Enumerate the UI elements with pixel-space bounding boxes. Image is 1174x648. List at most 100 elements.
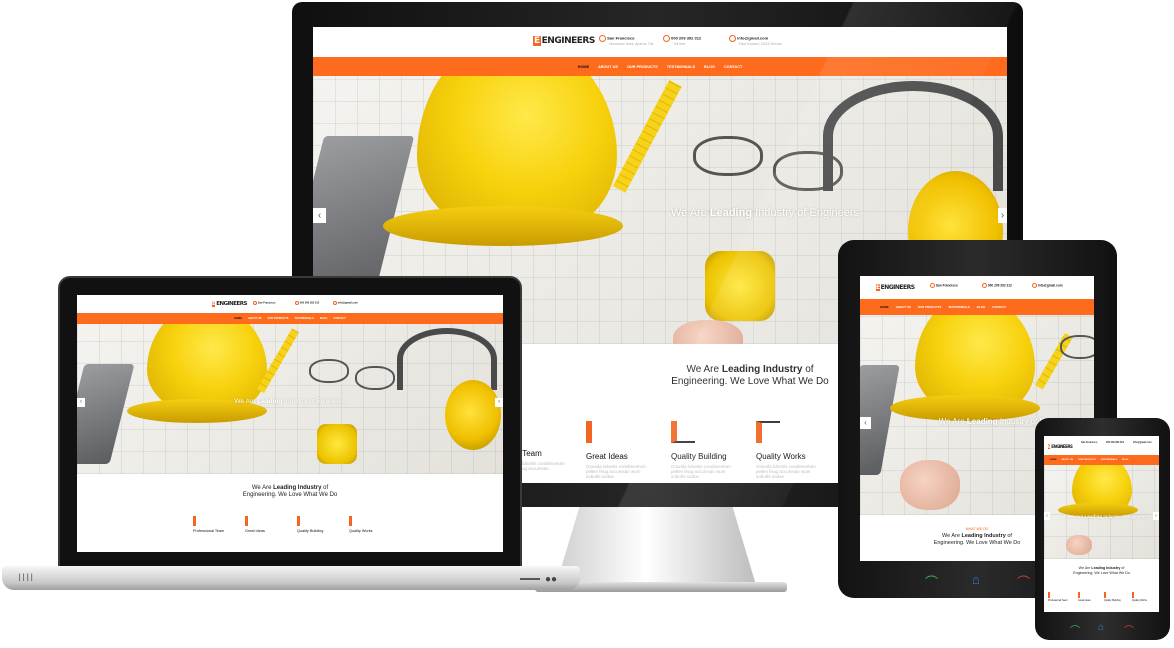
hero-next-arrow[interactable]: › [1153,512,1159,520]
main-nav: HOME ABOUT US OUR PRODUCTS TESTIMONIALS … [77,313,503,324]
logo-text: ENGINEERS [216,301,247,307]
about-prefix: We Are [251,485,272,491]
site-header: E ENGINEERS San Francisco Nouveaux Hara, … [313,27,1007,57]
hero-highlight: Leading [709,207,753,219]
site-logo[interactable]: EENGINEERS [533,36,595,46]
feature-great-ideas: Great Ideas [1078,592,1091,602]
email-title: info@gmail.com [1037,283,1063,288]
feature-title: Quality Building [1104,599,1121,602]
email-title: info@gmail.com [1133,441,1152,444]
nav-blog[interactable]: BLOG [977,305,985,309]
nav-blog[interactable]: BLOG [704,65,715,69]
nav-blog[interactable]: BLOG [1122,459,1128,461]
hero-prev-arrow[interactable]: ‹ [860,417,871,429]
hero-suffix: Industry of Engineers [755,207,860,219]
nav-about[interactable]: ABOUT US [598,65,618,69]
ideas-icon [1078,592,1084,598]
building-icon [671,421,695,443]
ideas-icon [245,516,256,526]
nav-contact[interactable]: CONTACT [333,317,346,320]
nav-contact[interactable]: CONTACT [724,65,742,69]
hangup-icon[interactable]: ⌒ [1124,622,1134,637]
location-subtitle: Nouveaux Hara, Aparna, Ctz [609,42,654,46]
nav-products[interactable]: OUR PRODUCTS [267,317,288,320]
phone-icon [663,35,670,42]
site-logo[interactable]: EENGINEERS [212,301,247,307]
header-location: San Francisco [1081,441,1097,444]
about-heading: We Are Leading Industry of Engineering. … [1044,566,1159,575]
location-title: San Francisco [935,283,958,288]
phone-icon [295,301,299,305]
feature-quality-building: Quality Building Gravida lobortis condim… [671,421,741,479]
nav-testimonials[interactable]: TESTIMONIALS [1101,459,1117,461]
location-title: San Francisco [607,35,635,41]
nav-about[interactable]: ABOUT US [1062,459,1073,461]
header-phone: 000 209 392 312 [1106,441,1124,444]
main-nav: HOME ABOUT US OUR PRODUCTS TESTIMONIALS … [313,57,1007,76]
logo-mark: E [533,36,541,46]
phone-subtitle: Toll free [673,42,686,46]
about-highlight: Leading Industry [721,364,803,375]
feature-title: Professional Team [1048,599,1068,602]
site-logo[interactable]: EENGINEERS [1048,444,1073,449]
hero-highlight: Leading [1084,514,1103,519]
feature-quality-works: Quality Works [349,516,373,533]
nav-home[interactable]: HOME [234,317,242,320]
nav-about[interactable]: ABOUT US [248,317,262,320]
site-header: EENGINEERS San Francisco 000 209 392 312… [1044,436,1159,455]
hero-prev-arrow[interactable]: ‹ [1044,512,1050,520]
feature-quality-works: Quality Works Gravida lobortis condiment… [756,421,826,479]
hero-next-arrow[interactable]: › [495,398,503,407]
home-icon[interactable]: ⌂ [972,572,980,587]
site-logo[interactable]: EENGINEERS [876,284,915,291]
phone-title: 000 209 392 312 [987,283,1012,288]
feature-title: Great Ideas [1078,599,1091,602]
laptop-screen: EENGINEERS San Francisco 000 209 392 312… [77,295,503,552]
building-icon [297,516,308,526]
nav-home[interactable]: HOME [880,305,889,309]
nav-contact[interactable]: CONTACT [992,305,1006,309]
nav-blog[interactable]: BLOG [320,317,328,320]
about-prefix: We Are [686,364,720,375]
nav-testimonials[interactable]: TESTIMONIALS [667,65,695,69]
nav-home[interactable]: HOME [1050,459,1057,461]
header-email: info@gmail.com Fast Contact, 24/24 Servi… [729,35,782,46]
header-location: San Francisco [930,283,958,288]
hero-image-earmuff [445,380,501,450]
location-pin-icon [599,35,606,42]
home-icon[interactable]: ⌂ [1098,622,1104,633]
hero-suffix: Industry of Engineers [284,398,346,405]
hero-image-tape-measure [705,251,775,321]
phone-screen: EENGINEERS San Francisco 000 209 392 312… [1044,436,1159,612]
nav-products[interactable]: OUR PRODUCTS [1078,459,1096,461]
hero-next-arrow[interactable]: › [998,208,1007,223]
envelope-icon [1032,283,1037,288]
hero-prev-arrow[interactable]: ‹ [77,398,85,407]
phone-icon [982,283,987,288]
phone-title: 000 209 392 312 [1106,441,1124,444]
nav-products[interactable]: OUR PRODUCTS [627,65,658,69]
hangup-icon[interactable]: ⌒ [1017,572,1030,591]
about-suffix: of [323,485,329,491]
phone-title: 000 209 392 312 [299,301,320,305]
nav-testimonials[interactable]: TESTIMONIALS [948,305,970,309]
laptop-indicator-dots: ●● [545,574,558,585]
header-phone: 000 209 392 312 Toll free [663,35,701,46]
about-suffix: of [1121,566,1125,570]
about-heading: We Are Leading Industry of Engineering. … [77,485,503,499]
nav-home[interactable]: HOME [578,65,589,69]
call-icon[interactable]: ⌒ [1070,622,1080,637]
location-pin-icon [930,283,935,288]
hero-slider: We Are Leading Industry of Engineers ‹ › [77,324,503,474]
feature-great-ideas: Great Ideas [245,516,265,533]
nav-about[interactable]: ABOUT US [896,305,911,309]
feature-professional-team: Professional Team [193,516,224,533]
nav-testimonials[interactable]: TESTIMONIALS [295,317,314,320]
about-suffix: of [805,364,814,375]
header-email: info@gmail.com [333,301,358,305]
nav-products[interactable]: OUR PRODUCTS [918,305,941,309]
hero-prev-arrow[interactable]: ‹ [313,208,326,223]
hero-highlight: Leading [257,398,283,405]
call-icon[interactable]: ⌒ [925,572,938,591]
feature-title: Quality Works [349,529,373,533]
